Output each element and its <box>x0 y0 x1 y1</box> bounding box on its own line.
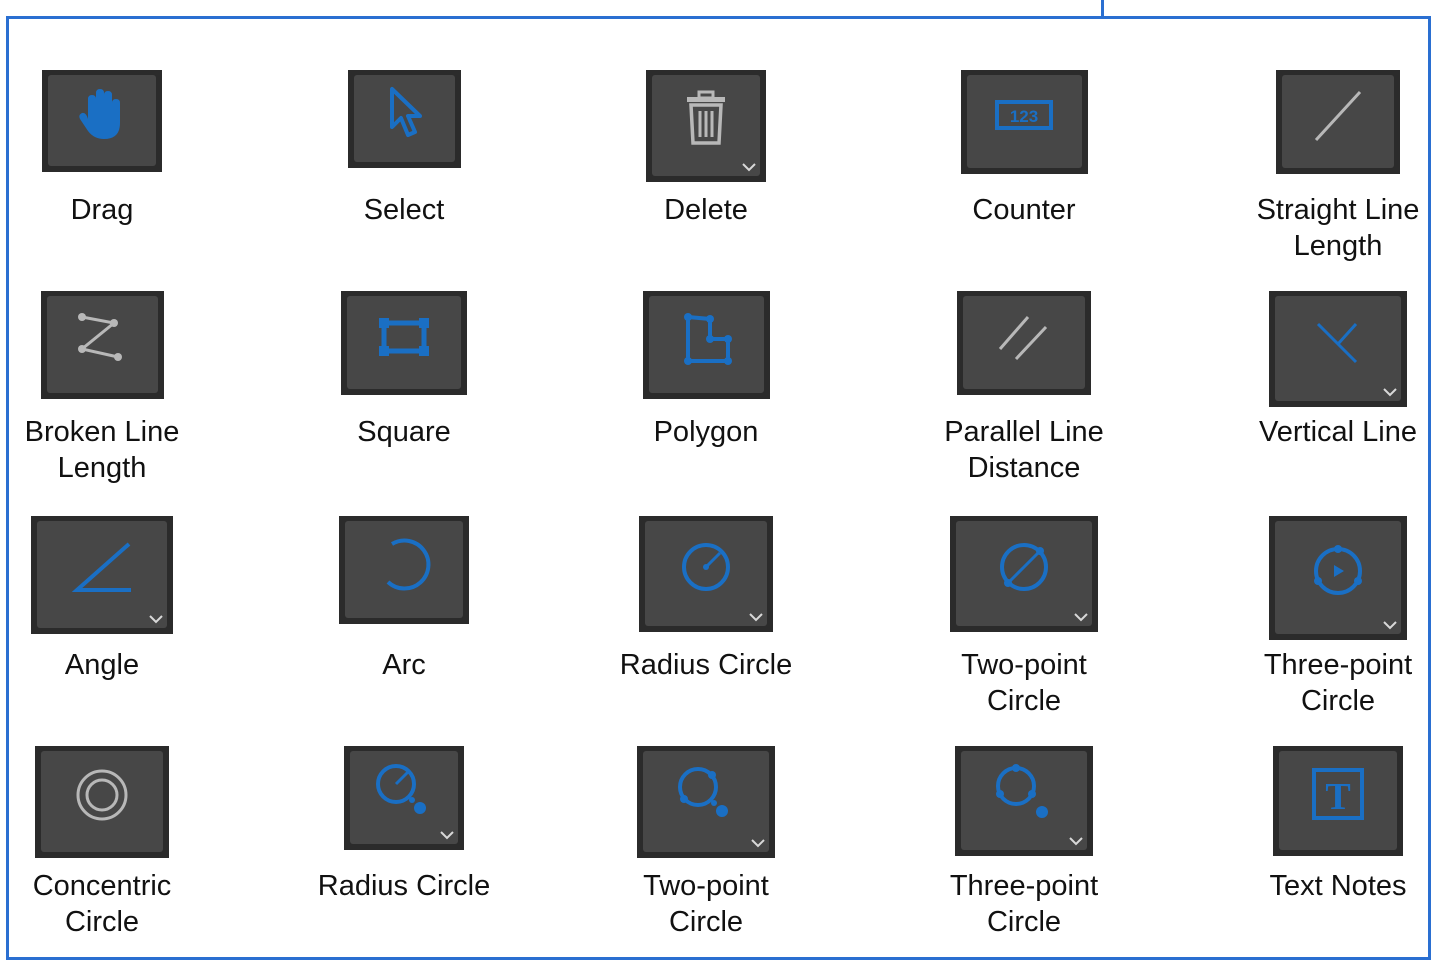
three-point-circle-distance-icon <box>996 764 1048 819</box>
tool-label: Polygon <box>653 416 759 448</box>
tool-button-concentric-circle[interactable] <box>35 746 169 858</box>
chevron-down-icon[interactable] <box>750 838 766 848</box>
chevron-down-icon[interactable] <box>148 614 164 624</box>
concentric-circle-icon <box>76 769 128 821</box>
chevron-down-icon[interactable] <box>748 612 764 622</box>
chevron-down-icon[interactable] <box>741 162 757 172</box>
tool-button-counter[interactable]: 123 <box>960 70 1088 174</box>
frame-connector <box>1101 0 1104 19</box>
tool-button-angle[interactable] <box>31 516 173 634</box>
tool-button-text-notes[interactable]: T <box>1273 746 1403 856</box>
tool-label: Three-point Circle <box>949 870 1099 938</box>
hand-icon <box>79 88 120 139</box>
tool-label: Parallel Line Distance <box>944 416 1104 484</box>
tool-button-radius-circle[interactable] <box>639 516 773 632</box>
radius-circle-distance-icon <box>376 763 426 814</box>
tool-label: Straight Line Length <box>1256 194 1420 262</box>
tool-label: Angle <box>64 649 140 681</box>
tool-button-straight-line-length[interactable] <box>1276 70 1400 174</box>
tool-label: Select <box>363 194 445 226</box>
parallel-lines-icon <box>998 315 1048 360</box>
tool-button-three-point-circle[interactable] <box>955 746 1093 856</box>
tool-label: Drag <box>70 194 134 226</box>
tool-label: Radius Circle <box>317 870 491 902</box>
tool-label: Three-point Circle <box>1263 649 1413 717</box>
svg-text:T: T <box>1325 776 1350 818</box>
tool-label: Two-point Circle <box>643 870 769 938</box>
tool-label: Broken Line Length <box>24 416 180 484</box>
tool-label: Text Notes <box>1269 870 1407 902</box>
tool-button-square[interactable] <box>341 291 467 395</box>
trash-icon <box>687 90 725 146</box>
chevron-down-icon[interactable] <box>1068 836 1084 846</box>
tool-label: Delete <box>664 194 748 226</box>
text-notes-icon: T <box>1312 768 1364 821</box>
tool-button-radius-circle[interactable] <box>344 746 464 850</box>
tool-label: Counter <box>972 194 1076 226</box>
counter-icon: 123 <box>995 99 1053 130</box>
chevron-down-icon[interactable] <box>1382 620 1398 630</box>
straight-line-icon <box>1314 90 1362 141</box>
tool-button-arc[interactable] <box>339 516 469 624</box>
tool-label: Vertical Line <box>1259 416 1417 448</box>
tool-label: Concentric Circle <box>32 870 172 938</box>
tool-button-two-point-circle[interactable] <box>637 746 775 858</box>
tool-button-select[interactable] <box>347 70 461 168</box>
tool-button-parallel-line-distance[interactable] <box>957 291 1091 395</box>
square-icon <box>379 317 429 356</box>
radius-circle-icon <box>682 543 730 592</box>
tool-label: Arc <box>382 649 426 681</box>
broken-line-icon <box>78 312 122 361</box>
tool-button-delete[interactable] <box>646 70 766 182</box>
tool-button-polygon[interactable] <box>642 291 770 399</box>
chevron-down-icon[interactable] <box>439 830 455 840</box>
vertical-line-icon <box>1316 322 1358 364</box>
tool-label: Square <box>357 416 451 448</box>
tool-button-drag[interactable] <box>42 70 162 172</box>
tool-label: Radius Circle <box>619 649 793 681</box>
tool-button-three-point-circle[interactable] <box>1269 516 1407 640</box>
cursor-arrow-icon <box>390 87 422 138</box>
tool-button-two-point-circle[interactable] <box>950 516 1098 632</box>
chevron-down-icon[interactable] <box>1382 387 1398 397</box>
angle-icon <box>71 542 131 592</box>
three-point-circle-icon <box>1314 544 1362 595</box>
polygon-icon <box>684 312 732 365</box>
tool-button-broken-line-length[interactable] <box>40 291 164 399</box>
tool-label: Two-point Circle <box>961 649 1087 717</box>
chevron-down-icon[interactable] <box>1073 612 1089 622</box>
tool-button-vertical-line[interactable] <box>1269 291 1407 407</box>
two-point-circle-icon <box>1000 543 1048 592</box>
two-point-circle-distance-icon <box>678 767 728 818</box>
arc-icon <box>386 538 431 590</box>
svg-text:123: 123 <box>1010 107 1038 126</box>
